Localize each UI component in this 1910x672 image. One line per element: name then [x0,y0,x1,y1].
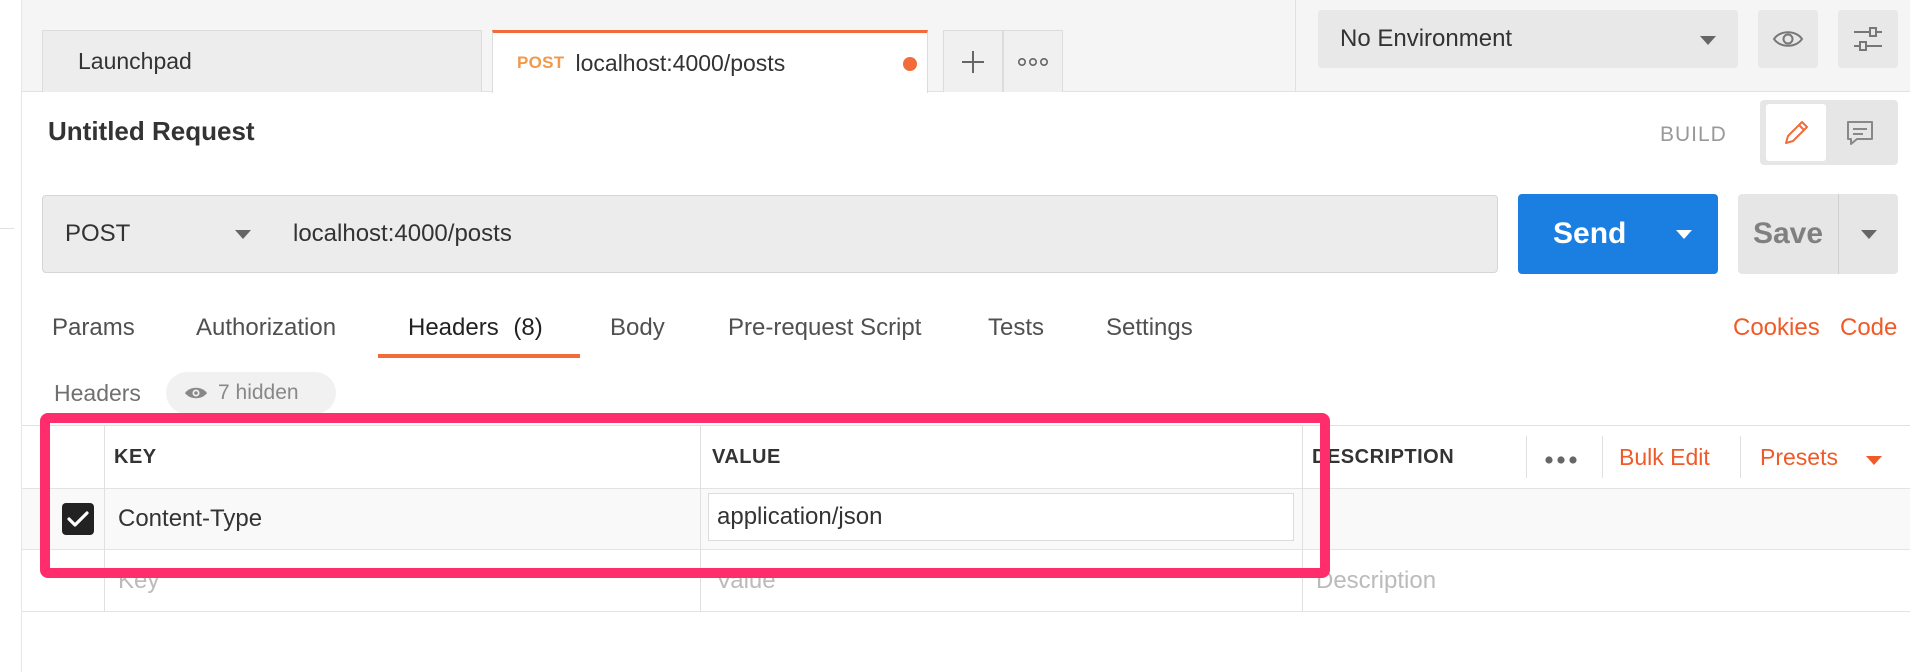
sliders-icon [1854,27,1882,51]
hidden-headers-toggle[interactable]: 7 hidden [166,372,336,414]
chevron-down-icon [1866,456,1882,465]
cookies-link[interactable]: Cookies [1733,314,1820,342]
more-horizontal-icon [1545,456,1577,464]
comments-mode-button[interactable] [1830,104,1890,161]
chevron-down-icon [1676,229,1692,239]
chevron-down-icon [235,230,251,239]
sidebar-divider [0,228,14,229]
bulk-edit-link[interactable]: Bulk Edit [1619,444,1710,471]
environment-quick-look-button[interactable] [1758,10,1818,68]
tab-launchpad[interactable]: Launchpad [42,30,482,92]
request-title[interactable]: Untitled Request [48,116,255,147]
tab-body[interactable]: Body [610,314,665,342]
column-header-description: DESCRIPTION [1312,446,1455,468]
build-mode-button[interactable] [1766,104,1826,161]
tab-launchpad-label: Launchpad [78,48,192,74]
column-divider [1602,436,1603,478]
manage-environments-button[interactable] [1838,10,1898,68]
tab-tests[interactable]: Tests [988,314,1044,342]
url-input[interactable]: localhost:4000/posts [273,195,1498,273]
pencil-icon [1785,120,1808,144]
more-horizontal-icon [1018,57,1048,66]
comment-icon [1847,120,1873,145]
method-select[interactable]: POST [42,195,274,273]
code-link[interactable]: Code [1840,314,1897,342]
tab-settings[interactable]: Settings [1106,314,1193,342]
tab-request-active[interactable]: POST localhost:4000/posts [492,30,928,93]
eye-icon [1772,31,1804,47]
environment-select[interactable]: No Environment [1318,10,1738,68]
presets-dropdown[interactable]: Presets [1760,444,1838,471]
tab-authorization[interactable]: Authorization [196,314,336,342]
left-sidebar-edge [0,0,22,672]
eye-icon [185,387,207,399]
headers-section-label: Headers [54,380,141,406]
mode-label: BUILD [1660,123,1727,146]
column-divider [1526,436,1527,478]
tab-options-button[interactable] [1003,30,1063,92]
tab-headers[interactable]: Headers (8) [408,314,543,342]
tab-params[interactable]: Params [52,314,135,342]
tab-headers-count: (8) [513,314,543,341]
chevron-down-icon [1700,36,1716,45]
table-options-button[interactable] [1544,440,1578,472]
environment-select-value: No Environment [1340,25,1513,52]
chevron-down-icon [1860,229,1877,239]
save-button-label: Save [1752,217,1824,250]
new-tab-button[interactable] [943,30,1003,92]
method-select-value: POST [65,220,131,247]
tabbar-divider [1295,0,1296,92]
url-input-value: localhost:4000/posts [293,220,512,247]
tab-headers-label: Headers [408,314,499,341]
unsaved-dot-icon [903,57,917,71]
plus-icon [962,50,984,73]
new-description-input[interactable]: Description [1316,567,1436,595]
send-options-button[interactable] [1650,194,1718,274]
save-button[interactable]: Save [1738,194,1838,274]
hidden-headers-count: 7 hidden [218,381,299,404]
tab-pre-request-script[interactable]: Pre-request Script [728,314,921,342]
column-divider [1740,436,1741,478]
tab-method-label: POST [517,53,565,72]
send-button-label: Send [1553,217,1627,250]
tab-url-label: localhost:4000/posts [575,49,786,76]
save-options-button[interactable] [1838,194,1898,274]
active-tab-indicator [378,354,580,358]
highlight-annotation [40,413,1330,578]
